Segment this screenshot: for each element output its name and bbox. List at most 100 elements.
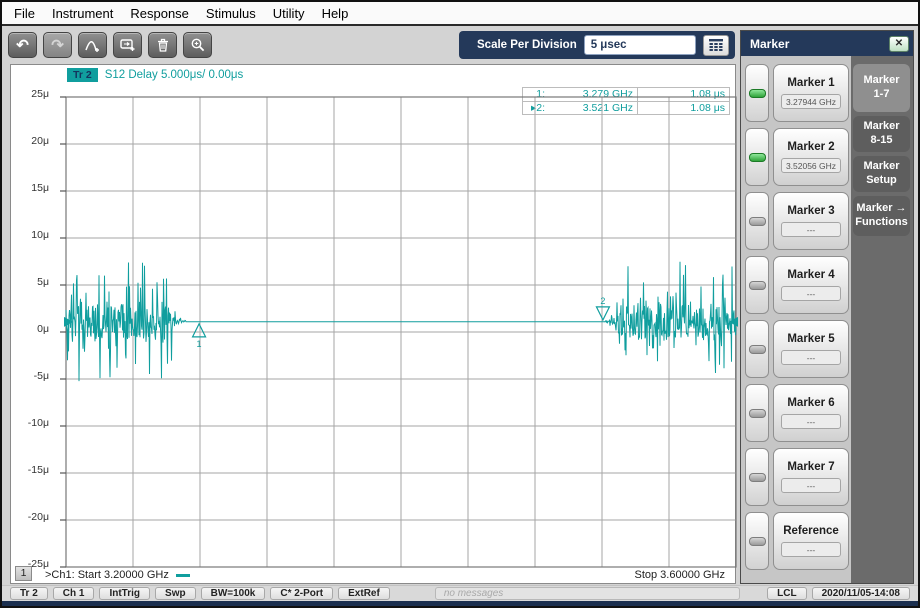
tab-marker-functions[interactable]: Marker → Functions — [853, 196, 910, 236]
trace-label: S12 Delay 5.000μs/ 0.00μs — [105, 69, 244, 81]
status-message-field: no messages — [435, 587, 740, 600]
marker-2-toggle[interactable] — [745, 128, 769, 186]
menu-stimulus[interactable]: Stimulus — [206, 6, 256, 21]
status-reference[interactable]: ExtRef — [338, 587, 390, 600]
y-axis-tick-label: -20μ — [28, 511, 49, 523]
marker-4-toggle[interactable] — [745, 256, 769, 314]
close-icon: ✕ — [895, 38, 903, 49]
channel-badge: 1 — [15, 566, 32, 581]
trace-badge[interactable]: Tr 2 — [67, 68, 98, 82]
undo-button[interactable]: ↶ — [8, 32, 37, 58]
tab-marker-setup[interactable]: Marker Setup — [853, 156, 910, 192]
trace-info-row: Tr 2 S12 Delay 5.000μs/ 0.00μs — [67, 68, 243, 82]
marker-4-button[interactable]: Marker 4 --- — [773, 256, 849, 314]
marker-5-toggle[interactable] — [745, 320, 769, 378]
led-indicator — [749, 281, 766, 290]
marker-button-label: Marker 3 — [787, 205, 834, 217]
marker-3-button[interactable]: Marker 3 --- — [773, 192, 849, 250]
add-trace-button[interactable] — [78, 32, 107, 58]
marker-button-label: Marker 6 — [787, 397, 834, 409]
marker-2-symbol[interactable] — [596, 307, 609, 320]
marker-button-label: Marker 2 — [787, 141, 834, 153]
marker-6-button[interactable]: Marker 6 --- — [773, 384, 849, 442]
zoom-button[interactable] — [183, 32, 212, 58]
marker-5-button[interactable]: Marker 5 --- — [773, 320, 849, 378]
marker-row: Marker 5 --- — [745, 320, 849, 378]
led-indicator — [749, 473, 766, 482]
delete-button[interactable] — [148, 32, 177, 58]
new-window-button[interactable] — [113, 32, 142, 58]
status-calibration[interactable]: C* 2-Port — [270, 587, 333, 600]
y-axis-tick-label: 10μ — [31, 229, 49, 241]
led-indicator — [749, 153, 766, 162]
marker-button-label: Marker 5 — [787, 333, 834, 345]
menu-instrument[interactable]: Instrument — [52, 6, 113, 21]
status-trace[interactable]: Tr 2 — [10, 587, 48, 600]
led-indicator — [749, 345, 766, 354]
status-bar: Tr 2 Ch 1 IntTrig Swp BW=100k C* 2-Port … — [2, 585, 918, 601]
marker-6-toggle[interactable] — [745, 384, 769, 442]
menu-utility[interactable]: Utility — [273, 6, 305, 21]
tab-label: Setup — [853, 174, 910, 188]
redo-button[interactable]: ↷ — [43, 32, 72, 58]
tab-label: Functions — [853, 216, 910, 230]
marker-7-toggle[interactable] — [745, 448, 769, 506]
marker-button-value: --- — [781, 478, 841, 493]
scale-per-division-input[interactable] — [584, 35, 696, 55]
y-axis-labels: 25μ20μ15μ10μ5μ0μ-5μ-10μ-15μ-20μ-25μ — [11, 65, 57, 583]
reference-toggle[interactable] — [745, 512, 769, 570]
plot-area: 12 — [60, 95, 742, 571]
tab-label: 1-7 — [853, 88, 910, 102]
marker-7-button[interactable]: Marker 7 --- — [773, 448, 849, 506]
tab-label: Marker → — [853, 202, 910, 216]
x-axis-row: 1 >Ch1: Start 3.20000 GHz Stop 3.60000 G… — [11, 566, 735, 581]
marker-2-button[interactable]: Marker 2 3.52056 GHz — [773, 128, 849, 186]
tab-label: Marker — [853, 74, 910, 88]
y-axis-tick-label: 15μ — [31, 182, 49, 194]
marker-1-toggle[interactable] — [745, 64, 769, 122]
marker-row: Marker 1 3.27944 GHz — [745, 64, 849, 122]
trace-color-dash — [176, 574, 190, 577]
magnifier-icon — [190, 37, 206, 53]
status-trigger[interactable]: IntTrig — [99, 587, 150, 600]
status-bandwidth[interactable]: BW=100k — [201, 587, 266, 600]
status-datetime: 2020/11/05-14:08 — [812, 587, 910, 600]
plot-panel: Tr 2 S12 Delay 5.000μs/ 0.00μs 1: 3.279 … — [10, 64, 736, 584]
menu-response[interactable]: Response — [130, 6, 189, 21]
led-indicator — [749, 89, 766, 98]
y-axis-tick-label: 0μ — [37, 323, 49, 335]
marker-button-label: Marker 1 — [787, 77, 834, 89]
status-lcl[interactable]: LCL — [767, 587, 806, 600]
marker-button-value: --- — [781, 542, 841, 557]
y-axis-tick-label: 20μ — [31, 135, 49, 147]
marker-1-number: 1 — [197, 339, 202, 349]
marker-panel-header: Marker ✕ — [741, 31, 913, 56]
status-channel[interactable]: Ch 1 — [53, 587, 95, 600]
reference-button[interactable]: Reference --- — [773, 512, 849, 570]
keypad-button[interactable] — [703, 35, 729, 56]
marker-3-toggle[interactable] — [745, 192, 769, 250]
tab-label: Marker — [853, 160, 910, 174]
marker-button-value: --- — [781, 414, 841, 429]
marker-tabs-column: Marker 1-7 Marker 8-15 Marker Setup Mark… — [851, 56, 913, 583]
marker-row: Marker 4 --- — [745, 256, 849, 314]
menu-help[interactable]: Help — [322, 6, 349, 21]
led-indicator — [749, 537, 766, 546]
led-indicator — [749, 217, 766, 226]
y-axis-tick-label: -15μ — [28, 464, 49, 476]
marker-button-label: Marker 7 — [787, 461, 834, 473]
close-button[interactable]: ✕ — [889, 36, 909, 52]
marker-1-symbol[interactable] — [193, 324, 206, 337]
menu-bar: File Instrument Response Stimulus Utilit… — [2, 2, 918, 26]
tab-marker-8-15[interactable]: Marker 8-15 — [853, 116, 910, 152]
screen-plus-icon — [119, 37, 137, 53]
tab-marker-1-7[interactable]: Marker 1-7 — [853, 64, 910, 112]
status-sweep[interactable]: Swp — [155, 587, 196, 600]
menu-file[interactable]: File — [14, 6, 35, 21]
led-indicator — [749, 409, 766, 418]
scale-per-division-label: Scale Per Division — [477, 39, 577, 51]
trash-icon — [155, 37, 171, 53]
marker-button-value: --- — [781, 222, 841, 237]
y-axis-tick-label: 5μ — [37, 276, 49, 288]
marker-1-button[interactable]: Marker 1 3.27944 GHz — [773, 64, 849, 122]
